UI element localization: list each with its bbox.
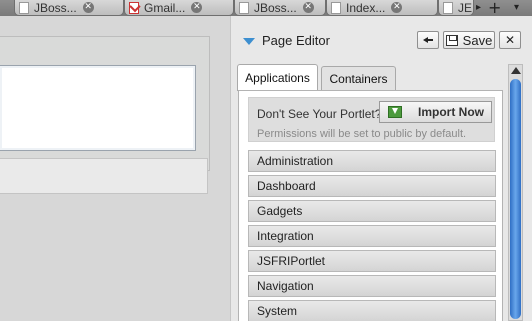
tab-title: JBoss... <box>254 0 297 15</box>
editor-tabs: Applications Containers <box>231 64 503 91</box>
close-button[interactable]: ✕ <box>499 31 521 49</box>
collapse-triangle-icon[interactable] <box>243 38 255 45</box>
tab-list-icon[interactable]: ▾ <box>514 2 519 13</box>
page-icon <box>239 1 249 14</box>
scroll-up-arrow-icon[interactable] <box>511 67 521 74</box>
page-icon <box>19 1 29 14</box>
tab-title: JBoss... <box>34 0 77 15</box>
category-gadgets[interactable]: Gadgets <box>248 200 496 222</box>
tab-scroll-right-icon[interactable]: ▸ <box>476 2 481 13</box>
save-button[interactable]: Save <box>443 31 495 49</box>
category-navigation[interactable]: Navigation <box>248 275 496 297</box>
close-icon[interactable]: ✕ <box>82 2 94 13</box>
tab-containers[interactable]: Containers <box>321 66 396 90</box>
tab-title: Index... <box>346 0 386 15</box>
page-editor-panel: Page Editor Save ✕ Applications Containe… <box>230 16 532 321</box>
floppy-disk-icon <box>445 34 458 46</box>
permissions-note: Permissions will be set to public by def… <box>257 128 467 140</box>
gmail-icon <box>129 1 139 14</box>
tab-title: JE <box>458 0 473 15</box>
page-container-footer <box>0 158 208 194</box>
browser-tab-strip: JBoss... ✕ Gmail... ✕ JBoss... ✕ Index..… <box>0 0 532 16</box>
scrollbar-thumb[interactable] <box>510 79 521 319</box>
portlet-placeholder <box>0 65 196 151</box>
category-integration[interactable]: Integration <box>248 225 496 247</box>
category-administration[interactable]: Administration <box>248 150 496 172</box>
tab-applications[interactable]: Applications <box>237 64 318 91</box>
back-button[interactable] <box>417 31 439 49</box>
save-label: Save <box>462 32 493 48</box>
category-jsfriportlet[interactable]: JSFRIPortlet <box>248 250 496 272</box>
application-category-list: Administration Dashboard Gadgets Integra… <box>248 150 496 321</box>
import-question: Don't See Your Portlet? <box>257 107 382 121</box>
category-dashboard[interactable]: Dashboard <box>248 175 496 197</box>
close-icon: ✕ <box>504 33 516 47</box>
vertical-scrollbar[interactable] <box>508 64 523 321</box>
tab-title: Gmail... <box>144 0 186 15</box>
browser-tab-gmail[interactable]: Gmail... ✕ <box>124 0 234 16</box>
import-portlet-box: Don't See Your Portlet? Import Now Permi… <box>248 97 495 142</box>
page-workspace <box>0 16 230 321</box>
import-now-label: Import Now <box>418 105 484 119</box>
applications-tab-content: Don't See Your Portlet? Import Now Permi… <box>238 90 503 321</box>
page-editor-header: Page Editor Save ✕ <box>231 16 532 49</box>
page-editor-title: Page Editor <box>262 33 330 48</box>
page-icon <box>331 1 341 14</box>
close-icon[interactable]: ✕ <box>191 2 203 13</box>
arrow-left-icon <box>423 36 433 44</box>
page-container <box>0 36 210 171</box>
category-system[interactable]: System <box>248 300 496 321</box>
new-tab-icon[interactable]: + <box>488 0 501 16</box>
page-icon <box>443 1 453 14</box>
browser-tab-jboss-2[interactable]: JBoss... ✕ <box>234 0 326 16</box>
import-arrow-icon <box>388 106 402 118</box>
browser-tab-jboss-1[interactable]: JBoss... ✕ <box>14 0 124 16</box>
import-now-button[interactable]: Import Now <box>379 101 492 123</box>
browser-tab-partial[interactable]: JE <box>438 0 474 16</box>
browser-tab-index[interactable]: Index... ✕ <box>326 0 438 16</box>
close-icon[interactable]: ✕ <box>391 2 403 13</box>
close-icon[interactable]: ✕ <box>302 2 314 13</box>
